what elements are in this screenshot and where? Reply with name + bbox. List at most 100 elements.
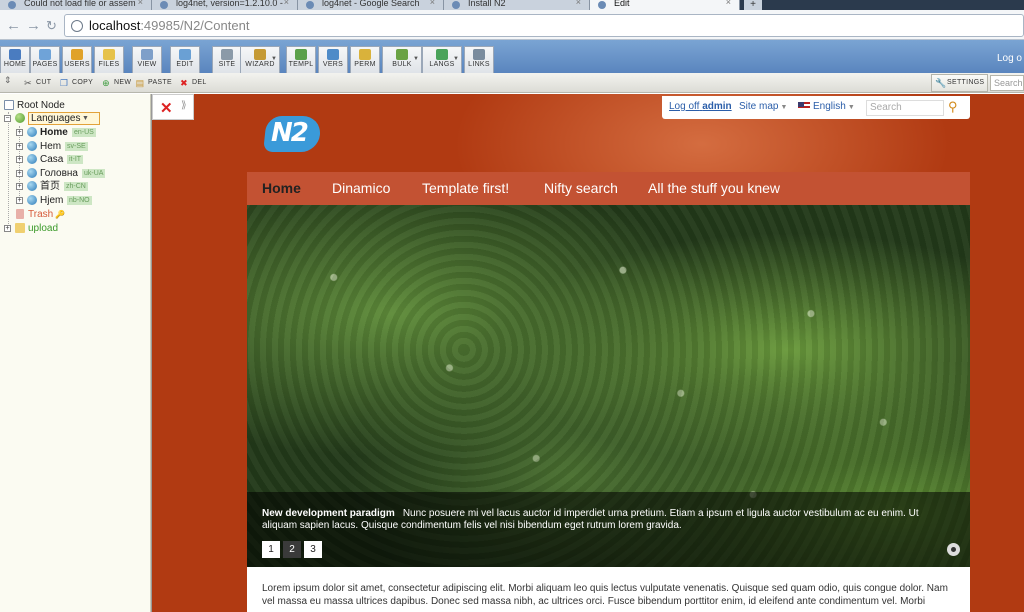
logoff-user: admin <box>702 101 732 112</box>
edit-icon <box>179 49 191 60</box>
language-label: English <box>813 101 846 112</box>
back-arrow-icon[interactable]: ← <box>6 17 21 34</box>
toolbar-button-links[interactable]: LINKS <box>464 46 494 73</box>
expand-toggle-icon[interactable]: + <box>16 197 23 204</box>
expand-toggle-icon[interactable]: + <box>16 183 23 191</box>
browser-tab[interactable]: log4net, version=1.2.10.0 - × <box>152 0 298 10</box>
bulk-icon <box>396 49 408 60</box>
site-main-menu: Home Dinamico Template first! Nifty sear… <box>247 172 970 205</box>
toolbar-button-home[interactable]: HOME <box>0 46 30 73</box>
close-tab-icon[interactable]: × <box>430 0 435 7</box>
us-flag-icon <box>798 102 810 110</box>
sitemap-dropdown[interactable]: Site map ▼ <box>739 101 787 112</box>
site-logo[interactable]: N2 <box>263 116 322 152</box>
toolbar-button-site[interactable]: SITE <box>212 46 242 73</box>
slide-pager-button[interactable]: 3 <box>304 541 322 558</box>
toolbar-logoff-link[interactable]: Log o <box>997 53 1022 64</box>
toolbar-button-label: PAGES <box>32 61 58 68</box>
tree-node-label: Головна <box>40 167 78 179</box>
dropdown-caret-icon[interactable]: ▼ <box>271 56 277 62</box>
dropdown-caret-icon[interactable]: ▼ <box>453 56 459 62</box>
cut-label: CUT <box>36 79 52 86</box>
slide-pager-button-active[interactable]: 2 <box>283 541 301 558</box>
toolbar-button-view[interactable]: VIEW <box>132 46 162 73</box>
globe-icon <box>27 167 37 178</box>
tab-title: log4net, version=1.2.10.0 - <box>176 0 283 8</box>
toolbar-button-label: PERM <box>354 61 376 68</box>
collapse-toggle-icon[interactable]: − <box>4 115 11 122</box>
paste-button[interactable]: ▤ PASTE <box>135 76 172 90</box>
page-favicon-icon <box>598 1 606 9</box>
language-dropdown[interactable]: English ▼ <box>798 101 855 112</box>
trash-icon <box>16 209 24 219</box>
globe-icon <box>436 49 448 60</box>
browser-tab[interactable]: Install N2 × <box>444 0 590 10</box>
close-tab-icon[interactable]: × <box>138 0 143 7</box>
browser-tab[interactable]: Could not load file or assem × <box>0 0 152 10</box>
logoff-prefix: Log off <box>669 101 700 112</box>
close-tab-icon[interactable]: × <box>284 0 289 7</box>
site-search-input[interactable]: Search <box>866 100 944 116</box>
versions-icon <box>327 49 339 60</box>
expand-toggle-icon[interactable]: + <box>16 156 23 164</box>
expand-toggle-icon[interactable]: + <box>4 225 11 232</box>
resize-arrows-icon[interactable]: ⇕ <box>4 75 12 86</box>
toolbar-search-input[interactable]: Search <box>990 75 1024 91</box>
delete-label: DEL <box>192 79 207 86</box>
new-tab-button[interactable]: + <box>744 0 762 10</box>
close-tab-icon[interactable]: × <box>576 0 581 7</box>
settings-button[interactable]: 🔧 SETTINGS <box>931 74 988 92</box>
toolbar-button-label: VIEW <box>137 61 157 68</box>
toolbar-button-pages[interactable]: PAGES <box>30 46 60 73</box>
scissors-icon: ✂ <box>24 78 32 88</box>
close-tab-icon[interactable]: × <box>726 0 731 7</box>
menu-item-nifty-search[interactable]: Nifty search <box>544 180 618 196</box>
toolbar-button-perm[interactable]: PERM <box>350 46 380 73</box>
forward-arrow-icon[interactable]: → <box>26 17 41 34</box>
language-code-badge: sv-SE <box>65 141 88 151</box>
new-label: NEW <box>114 79 132 86</box>
paste-label: PASTE <box>148 79 172 86</box>
dropdown-caret-icon[interactable]: ▼ <box>413 56 419 62</box>
browser-tab[interactable]: log4net - Google Search × <box>298 0 444 10</box>
page-info-icon[interactable] <box>71 20 83 32</box>
expand-toggle-icon[interactable]: + <box>16 142 23 150</box>
close-preview-icon[interactable]: ✕ <box>160 99 173 117</box>
browser-tab-active[interactable]: Edit × <box>590 0 740 10</box>
node-menu-caret-icon[interactable]: ▼ <box>82 112 89 125</box>
copy-label: COPY <box>72 79 94 86</box>
search-icon[interactable]: ⚲ <box>948 99 966 116</box>
new-button[interactable]: ⊕ NEW <box>101 76 131 90</box>
url-field[interactable]: localhost:49985/N2/Content <box>64 14 1024 37</box>
copy-button[interactable]: ❐ COPY <box>59 76 93 90</box>
toolbar-button-users[interactable]: USERS <box>62 46 92 73</box>
slideshow-play-icon[interactable] <box>947 543 960 556</box>
language-code-badge: zh-CN <box>64 182 88 192</box>
page-favicon-icon <box>8 1 16 9</box>
menu-item-all-the-stuff[interactable]: All the stuff you knew <box>648 180 780 196</box>
expand-toggle-icon[interactable]: + <box>16 169 23 177</box>
toolbar-button-files[interactable]: FILES <box>94 46 124 73</box>
folder-icon <box>15 223 25 233</box>
logoff-link[interactable]: Log off admin <box>669 101 732 112</box>
slide-pager-button[interactable]: 1 <box>262 541 280 558</box>
chevron-down-icon: ▼ <box>780 104 788 111</box>
delete-button[interactable]: ✖ DEL <box>179 76 207 90</box>
toolbar-button-bulk[interactable]: BULK ▼ <box>382 46 422 73</box>
toolbar-button-edit[interactable]: EDIT <box>170 46 200 73</box>
content-preview: ✕ ⟫ N2 Log off admin Site map ▼ English ▼ … <box>152 94 1024 612</box>
toolbar-button-wizard[interactable]: WIZARD ▼ <box>240 46 280 73</box>
reload-icon[interactable]: ↻ <box>46 18 57 34</box>
menu-item-template-first[interactable]: Template first! <box>422 180 509 196</box>
menu-item-dinamico[interactable]: Dinamico <box>332 180 390 196</box>
preview-control-box: ✕ ⟫ <box>152 94 194 120</box>
toolbar-button-templ[interactable]: TEMPL <box>286 46 316 73</box>
expand-toggle-icon[interactable]: + <box>16 129 23 136</box>
menu-item-home[interactable]: Home <box>262 180 301 196</box>
site-icon <box>221 49 233 60</box>
cut-button[interactable]: ✂ CUT <box>23 76 51 90</box>
toolbar-button-label: HOME <box>3 61 27 68</box>
expand-pane-icon[interactable]: ⟫ <box>181 100 187 111</box>
toolbar-button-vers[interactable]: VERS <box>318 46 348 73</box>
toolbar-button-langs[interactable]: LANGS ▼ <box>422 46 462 73</box>
